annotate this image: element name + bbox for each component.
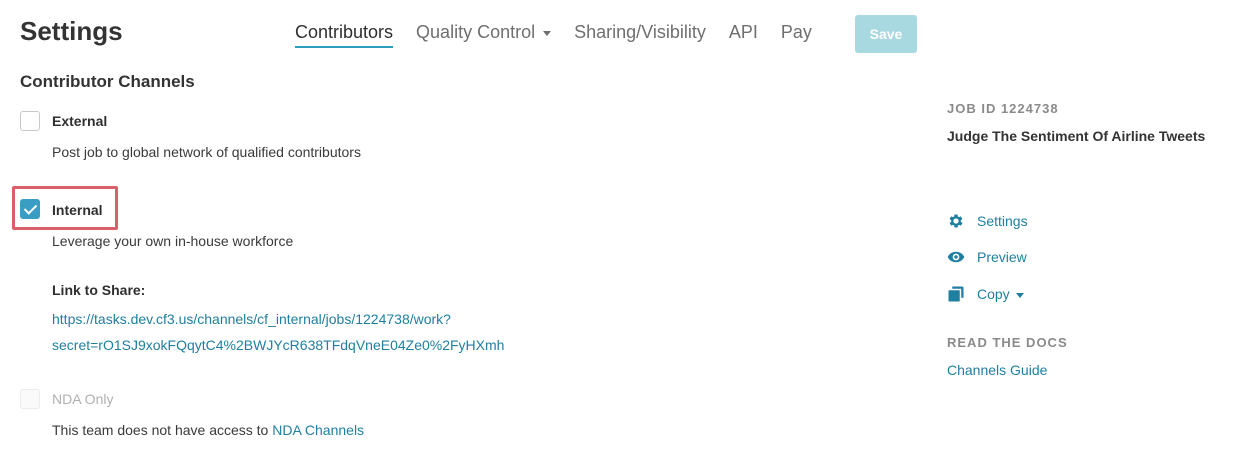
section-title: Contributor Channels: [20, 72, 195, 91]
external-checkbox[interactable]: [20, 111, 40, 131]
copy-icon: [948, 286, 964, 302]
settings-action[interactable]: Settings: [947, 212, 1028, 230]
copy-action-label: Copy: [977, 286, 1010, 302]
tab-quality-control-label: Quality Control: [416, 22, 536, 42]
share-link[interactable]: https://tasks.dev.cf3.us/channels/cf_int…: [52, 306, 572, 358]
nda-description-text: This team does not have access to: [52, 422, 269, 438]
share-link-line1: https://tasks.dev.cf3.us/channels/cf_int…: [52, 311, 451, 327]
tab-api-label: API: [728, 22, 758, 42]
tab-sharing-visibility-label: Sharing/Visibility: [574, 22, 706, 42]
nda-channels-link[interactable]: NDA Channels: [272, 422, 364, 438]
nda-description: This team does not have access to NDA Ch…: [52, 422, 364, 438]
settings-tabs: Contributors Quality Control Sharing/Vis…: [295, 22, 835, 52]
preview-action-label: Preview: [977, 249, 1027, 265]
tab-quality-control[interactable]: Quality Control: [416, 22, 552, 46]
chevron-down-icon: [1015, 292, 1024, 298]
save-button[interactable]: Save: [855, 15, 917, 53]
internal-description: Leverage your own in-house workforce: [52, 233, 294, 249]
nda-checkbox: [20, 389, 40, 409]
tab-pay[interactable]: Pay: [781, 22, 812, 46]
settings-action-label: Settings: [977, 213, 1028, 229]
external-description: Post job to global network of qualified …: [52, 144, 361, 160]
tab-api[interactable]: API: [729, 22, 758, 46]
tab-contributors[interactable]: Contributors: [295, 22, 394, 48]
channels-guide-link[interactable]: Channels Guide: [947, 362, 1047, 378]
internal-label: Internal: [52, 202, 103, 218]
page-title: Settings: [20, 16, 123, 46]
docs-title: READ THE DOCS: [947, 335, 1068, 350]
external-label: External: [52, 113, 108, 129]
gear-icon: [949, 214, 963, 228]
tab-sharing-visibility[interactable]: Sharing/Visibility: [574, 22, 706, 46]
link-to-share-label: Link to Share:: [52, 282, 146, 298]
nda-label: NDA Only: [52, 391, 114, 407]
job-title: Judge The Sentiment Of Airline Tweets: [947, 128, 1206, 144]
preview-action[interactable]: Preview: [947, 248, 1027, 266]
share-link-line2: secret=rO1SJ9xokFQqytC4%2BWJYcR638TFdqVn…: [52, 337, 505, 353]
chevron-down-icon: [543, 31, 552, 36]
tab-pay-label: Pay: [780, 22, 812, 42]
internal-checkbox[interactable]: [20, 199, 40, 219]
job-id: JOB ID 1224738: [947, 101, 1059, 116]
tab-contributors-label: Contributors: [295, 22, 394, 42]
copy-action[interactable]: Copy: [947, 285, 1024, 303]
eye-icon: [947, 251, 965, 263]
